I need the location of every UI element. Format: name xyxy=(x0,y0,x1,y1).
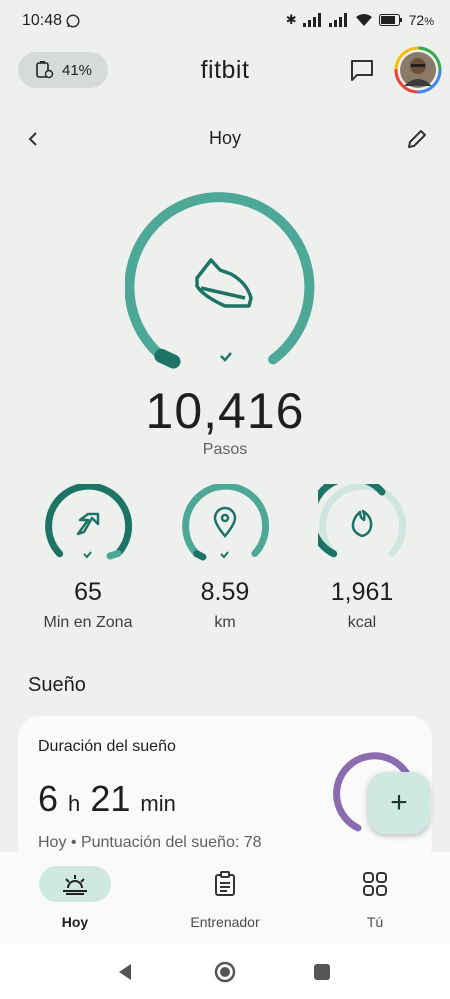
system-nav-bar xyxy=(0,944,450,999)
stat-value-distance: 8.59 xyxy=(200,578,250,606)
wifi-icon xyxy=(355,14,372,26)
system-back-icon[interactable] xyxy=(116,962,136,982)
steps-ring[interactable] xyxy=(125,188,325,378)
app-title: fitbit xyxy=(200,56,250,84)
battery-icon xyxy=(378,14,402,26)
edit-button[interactable] xyxy=(402,124,432,154)
status-time: 10:48 xyxy=(22,12,63,29)
tab-coach[interactable]: Entrenador xyxy=(150,852,300,944)
stat-label-calories: kcal xyxy=(347,614,377,631)
sleep-minutes: 21 xyxy=(90,778,131,819)
tab-you-label: Tú xyxy=(366,914,384,930)
sleep-card-title: Duración del sueño xyxy=(38,738,176,755)
sleep-duration: 6 h 21 min xyxy=(38,778,176,820)
add-fab-button[interactable]: + xyxy=(368,772,430,834)
calories-ring[interactable] xyxy=(318,484,406,564)
tab-today-label: Hoy xyxy=(61,914,89,930)
pencil-icon xyxy=(408,130,426,148)
flame-icon xyxy=(351,509,373,538)
battery-percent: 72% xyxy=(408,12,434,28)
system-home-icon[interactable] xyxy=(213,960,237,984)
stat-value-zone: 65 xyxy=(74,578,102,606)
status-icons: ✱ 72% xyxy=(286,12,434,28)
bottom-nav: Hoy Entrenador Tú xyxy=(0,852,450,944)
steps-value: 10,416 xyxy=(145,383,305,439)
system-recents-icon[interactable] xyxy=(313,963,331,981)
steps-check-icon xyxy=(220,352,232,362)
tab-coach-label: Entrenador xyxy=(190,914,260,930)
zone-check-icon xyxy=(83,551,92,559)
stat-label-distance: km xyxy=(214,614,236,631)
messages-button[interactable] xyxy=(344,54,380,86)
sleep-hours-unit: h xyxy=(68,791,81,816)
status-bar: 10:48 ✱ 72% xyxy=(0,0,450,44)
avatar-image xyxy=(394,46,442,94)
steps-ring-start xyxy=(154,348,181,369)
page-title: Hoy xyxy=(208,128,241,148)
steps-label: Pasos xyxy=(202,441,248,458)
whatsapp-icon xyxy=(66,14,80,28)
clipboard-icon xyxy=(215,871,235,896)
bluetooth-icon: ✱ xyxy=(285,12,297,27)
signal-icon-2 xyxy=(328,13,347,27)
tab-today-indicator xyxy=(39,866,111,902)
sleep-minutes-unit: min xyxy=(140,791,176,816)
zone-minutes-ring[interactable] xyxy=(44,484,132,564)
signal-icon xyxy=(302,13,321,27)
tab-you-icon-wrap xyxy=(339,866,411,902)
distance-ring[interactable] xyxy=(181,484,269,564)
sunrise-icon xyxy=(63,875,87,895)
tab-coach-icon-wrap xyxy=(189,866,261,902)
shoe-icon xyxy=(195,258,253,308)
avatar[interactable] xyxy=(394,46,442,94)
stat-label-zone: Min en Zona xyxy=(43,614,133,631)
stat-value-calories: 1,961 xyxy=(330,578,394,606)
tab-today[interactable]: Hoy xyxy=(0,852,150,944)
zone-icon xyxy=(76,512,100,536)
sleep-hours: 6 xyxy=(38,778,59,819)
distance-check-icon xyxy=(220,551,229,559)
sleep-subtitle: Hoy • Puntuación del sueño: 78 xyxy=(38,834,262,851)
steps-ring-arc xyxy=(125,192,315,365)
grid-icon xyxy=(363,872,387,896)
chat-icon xyxy=(351,60,373,81)
sleep-section-title: Sueño xyxy=(28,674,86,696)
tab-you[interactable]: Tú xyxy=(300,852,450,944)
